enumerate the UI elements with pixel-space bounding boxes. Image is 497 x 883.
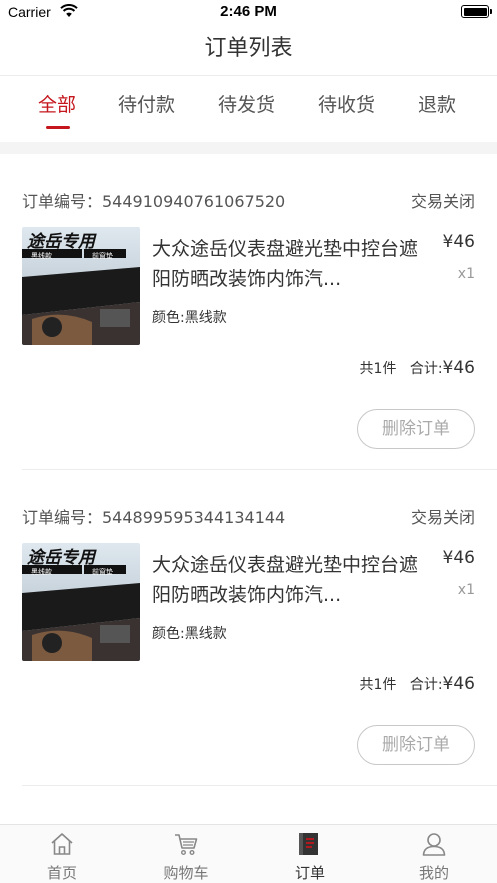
thumbnail-tag: 黑线款	[31, 252, 52, 260]
bottom-tab-bar: 首页 购物车 订单 我的	[0, 824, 497, 883]
delete-order-button[interactable]: 删除订单	[357, 725, 475, 765]
product-thumbnail[interactable]: 途岳专用 黑线款 前窗垫	[22, 543, 140, 661]
cart-icon	[175, 834, 198, 856]
total-label: 合计:	[409, 677, 443, 693]
order-total: ¥46	[442, 358, 475, 378]
tab-pending-receipt[interactable]: 待收货	[318, 90, 375, 117]
tabbar-label: 首页	[46, 864, 77, 882]
clock: 2:46 PM	[220, 3, 277, 20]
order-card[interactable]: 订单编号：544910940761067520 交易关闭 途岳专用 黑线款 前窗…	[0, 154, 497, 470]
tabbar-item-home[interactable]: 首页	[0, 825, 124, 883]
product-price: ¥46	[442, 232, 475, 252]
order-icon	[299, 833, 318, 855]
order-summary: 共1件 合计:¥46	[360, 674, 475, 694]
product-spec: 颜色:黑线款	[152, 626, 227, 642]
order-status: 交易关闭	[410, 508, 475, 527]
order-status: 交易关闭	[410, 192, 475, 211]
active-tab-indicator	[46, 126, 70, 129]
section-divider	[0, 142, 497, 154]
item-count: 共1件	[359, 361, 397, 377]
order-card[interactable]: 订单编号：544899595344134144 交易关闭 途岳专用 黑线款 前窗…	[0, 470, 497, 786]
order-filter-tabs: 全部 待付款 待发货 待收货 退款	[0, 78, 497, 138]
product-quantity: x1	[457, 582, 475, 598]
order-divider	[22, 785, 497, 786]
tab-refund[interactable]: 退款	[418, 90, 456, 117]
product-thumbnail[interactable]: 途岳专用 黑线款 前窗垫	[22, 227, 140, 345]
product-quantity: x1	[457, 266, 475, 282]
tab-pending-payment[interactable]: 待付款	[118, 90, 175, 117]
thumbnail-title: 途岳专用	[27, 548, 95, 568]
order-total: ¥46	[442, 674, 475, 694]
product-price: ¥46	[442, 548, 475, 568]
product-spec: 颜色:黑线款	[152, 310, 227, 326]
product-name[interactable]: 大众途岳仪表盘避光垫中控台遮阳防晒改装饰内饰汽...	[152, 234, 422, 294]
thumbnail-tag: 黑线款	[31, 568, 52, 576]
tabbar-label: 订单	[294, 864, 325, 882]
home-icon	[51, 833, 73, 855]
tab-pending-shipment[interactable]: 待发货	[218, 90, 275, 117]
tabbar-item-profile[interactable]: 我的	[372, 825, 496, 883]
item-count: 共1件	[359, 677, 397, 693]
thumbnail-title: 途岳专用	[27, 232, 95, 252]
total-label: 合计:	[409, 361, 443, 377]
order-summary: 共1件 合计:¥46	[360, 358, 475, 378]
product-name[interactable]: 大众途岳仪表盘避光垫中控台遮阳防晒改装饰内饰汽...	[152, 550, 422, 610]
delete-order-button[interactable]: 删除订单	[357, 409, 475, 449]
tabbar-label: 我的	[418, 864, 449, 882]
tabbar-label: 购物车	[163, 864, 209, 882]
order-number: 订单编号：544910940761067520	[22, 192, 286, 211]
profile-icon	[422, 833, 446, 856]
thumbnail-tag: 前窗垫	[92, 252, 113, 260]
order-number: 订单编号：544899595344134144	[22, 508, 286, 527]
page-title: 订单列表	[0, 26, 497, 76]
thumbnail-tag: 前窗垫	[92, 568, 113, 576]
tabbar-item-cart[interactable]: 购物车	[124, 825, 248, 883]
tabbar-item-orders[interactable]: 订单	[248, 825, 372, 883]
tab-all[interactable]: 全部	[38, 90, 76, 117]
status-bar: Carrier 2:46 PM	[0, 0, 497, 26]
battery-icon	[461, 5, 492, 18]
